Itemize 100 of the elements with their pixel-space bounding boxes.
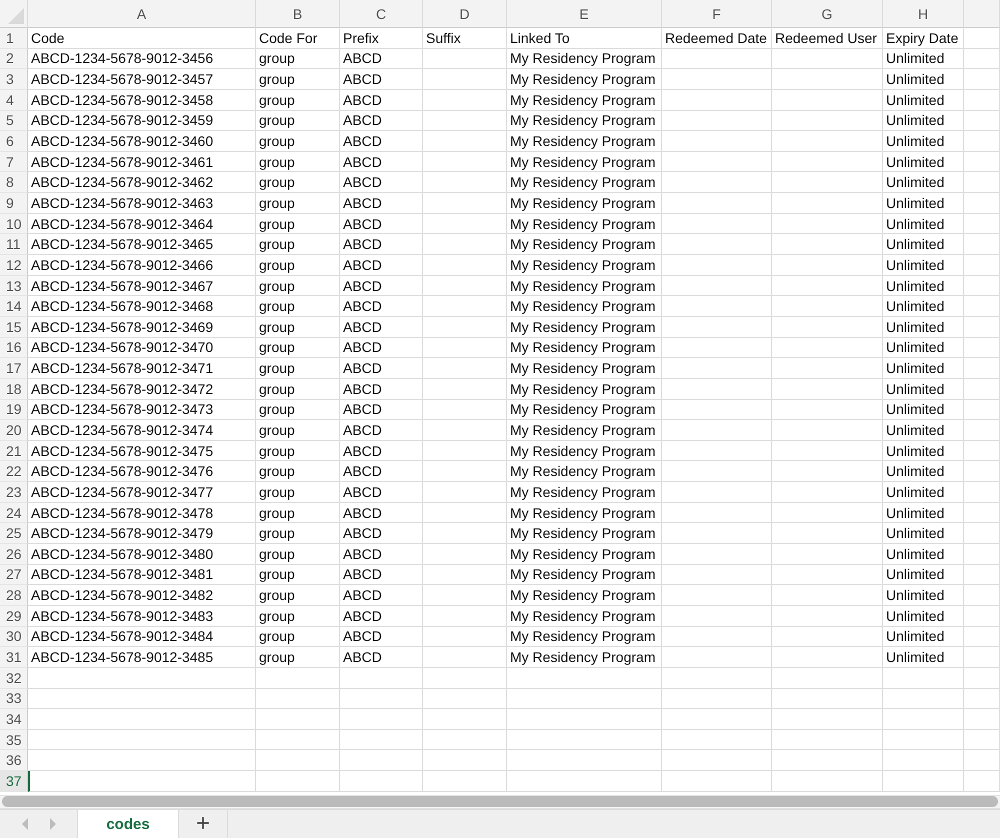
empty-cell[interactable] [423, 172, 507, 194]
empty-cell[interactable] [256, 668, 340, 688]
empty-cell[interactable] [964, 234, 1000, 256]
empty-cell[interactable] [662, 276, 772, 296]
empty-cell[interactable] [423, 378, 507, 400]
column-header[interactable]: D [423, 0, 507, 28]
empty-cell[interactable] [256, 730, 340, 750]
empty-cell[interactable] [772, 606, 883, 627]
empty-cell[interactable] [662, 523, 772, 544]
empty-cell[interactable] [340, 668, 423, 688]
empty-cell[interactable] [964, 440, 1000, 462]
empty-cell[interactable] [423, 523, 507, 544]
empty-cell[interactable] [507, 730, 662, 750]
empty-cell[interactable] [423, 420, 507, 441]
empty-cell[interactable] [662, 688, 772, 710]
previous-sheet-icon[interactable] [20, 817, 30, 831]
empty-cell[interactable] [662, 400, 772, 420]
empty-cell[interactable] [662, 131, 772, 152]
column-header[interactable] [964, 0, 1000, 28]
empty-cell[interactable] [662, 338, 772, 358]
empty-cell[interactable] [964, 28, 1000, 49]
empty-cell[interactable] [883, 688, 964, 710]
empty-cell[interactable] [772, 544, 883, 565]
empty-cell[interactable] [423, 131, 507, 152]
empty-cell[interactable] [964, 400, 1000, 420]
empty-cell[interactable] [662, 358, 772, 379]
row-number[interactable]: 7 [0, 152, 28, 172]
empty-cell[interactable] [662, 420, 772, 441]
row-number[interactable]: 36 [0, 750, 28, 772]
empty-cell[interactable] [423, 338, 507, 358]
empty-cell[interactable] [964, 730, 1000, 750]
empty-cell[interactable] [507, 688, 662, 710]
empty-cell[interactable] [964, 668, 1000, 688]
empty-cell[interactable] [507, 750, 662, 772]
empty-cell[interactable] [964, 316, 1000, 338]
row-number[interactable]: 15 [0, 316, 28, 338]
column-header[interactable]: H [883, 0, 964, 28]
row-number[interactable]: 32 [0, 668, 28, 688]
empty-cell[interactable] [662, 564, 772, 586]
row-number[interactable]: 16 [0, 338, 28, 358]
empty-cell[interactable] [964, 110, 1000, 132]
empty-cell[interactable] [772, 316, 883, 338]
empty-cell[interactable] [662, 255, 772, 276]
empty-cell[interactable] [772, 647, 883, 668]
row-number[interactable]: 34 [0, 709, 28, 730]
empty-cell[interactable] [423, 440, 507, 462]
column-header[interactable]: F [662, 0, 772, 28]
empty-cell[interactable] [423, 750, 507, 772]
empty-cell[interactable] [964, 709, 1000, 730]
empty-cell[interactable] [772, 461, 883, 482]
sheet-tab[interactable]: codes [78, 810, 179, 838]
row-number[interactable]: 35 [0, 730, 28, 750]
empty-cell[interactable] [423, 90, 507, 111]
empty-cell[interactable] [772, 69, 883, 90]
empty-cell[interactable] [662, 626, 772, 648]
empty-cell[interactable] [423, 688, 507, 710]
row-number[interactable]: 6 [0, 131, 28, 152]
column-header[interactable]: C [340, 0, 423, 28]
empty-cell[interactable] [964, 378, 1000, 400]
empty-cell[interactable] [964, 338, 1000, 358]
empty-cell[interactable] [423, 482, 507, 503]
empty-cell[interactable] [964, 544, 1000, 565]
empty-cell[interactable] [772, 564, 883, 586]
empty-cell[interactable] [662, 606, 772, 627]
empty-cell[interactable] [662, 482, 772, 503]
empty-cell[interactable] [256, 709, 340, 730]
empty-cell[interactable] [507, 668, 662, 688]
row-number[interactable]: 24 [0, 502, 28, 524]
empty-cell[interactable] [423, 502, 507, 524]
empty-cell[interactable] [772, 110, 883, 132]
empty-cell[interactable] [772, 523, 883, 544]
empty-cell[interactable] [964, 482, 1000, 503]
row-number[interactable]: 25 [0, 523, 28, 544]
empty-cell[interactable] [772, 400, 883, 420]
row-number[interactable]: 10 [0, 214, 28, 234]
empty-cell[interactable] [662, 316, 772, 338]
scrollbar-thumb[interactable] [2, 796, 998, 808]
empty-cell[interactable] [964, 276, 1000, 296]
empty-cell[interactable] [662, 234, 772, 256]
empty-cell[interactable] [423, 152, 507, 172]
empty-cell[interactable] [772, 688, 883, 710]
row-number[interactable]: 5 [0, 110, 28, 132]
row-number[interactable]: 20 [0, 420, 28, 441]
empty-cell[interactable] [772, 234, 883, 256]
empty-cell[interactable] [340, 771, 423, 792]
empty-cell[interactable] [964, 358, 1000, 379]
empty-cell[interactable] [964, 296, 1000, 317]
column-header[interactable]: B [256, 0, 340, 28]
empty-cell[interactable] [662, 668, 772, 688]
empty-cell[interactable] [772, 378, 883, 400]
empty-cell[interactable] [772, 585, 883, 606]
empty-cell[interactable] [507, 771, 662, 792]
empty-cell[interactable] [964, 502, 1000, 524]
row-number[interactable]: 17 [0, 358, 28, 379]
empty-cell[interactable] [772, 771, 883, 792]
empty-cell[interactable] [964, 585, 1000, 606]
row-number[interactable]: 18 [0, 378, 28, 400]
row-number[interactable]: 19 [0, 400, 28, 420]
empty-cell[interactable] [423, 276, 507, 296]
empty-cell[interactable] [964, 523, 1000, 544]
